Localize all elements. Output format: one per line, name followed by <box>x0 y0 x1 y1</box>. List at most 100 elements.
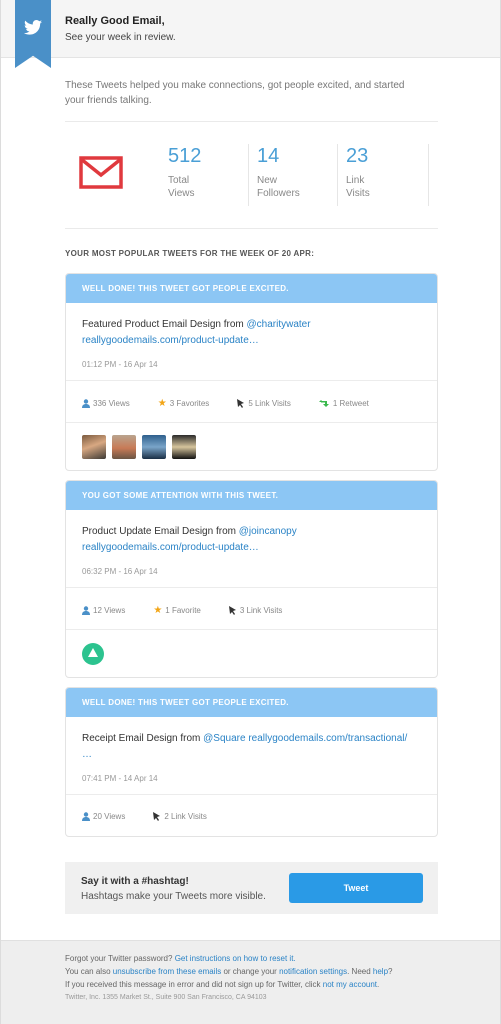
envelope-icon <box>79 156 123 189</box>
cursor-icon <box>228 606 236 615</box>
divider <box>66 794 437 795</box>
tweet-mention-link[interactable]: @Square <box>203 733 245 744</box>
person-icon <box>82 606 90 615</box>
views-metric: 12 Views <box>82 605 125 616</box>
stat-value: 14 <box>257 145 280 167</box>
engaged-users <box>82 435 202 459</box>
notification-settings-link[interactable]: notification settings <box>279 967 347 976</box>
tweet-card: WELL DONE! THIS TWEET GOT PEOPLE EXCITED… <box>65 687 438 837</box>
retweets-metric: 1 Retweet <box>318 398 369 409</box>
divider <box>65 121 438 122</box>
tweet-url-link[interactable]: reallygoodemails.com/product-update… <box>82 335 259 346</box>
link-visits-metric: 3 Link Visits <box>228 605 283 616</box>
stat-total-views: 512 Total Views <box>168 144 201 206</box>
footer-text: If you received this message in error an… <box>65 980 323 989</box>
avatar[interactable] <box>112 435 136 459</box>
tweet-mention-link[interactable]: @joincanopy <box>239 526 297 537</box>
tweet-card: WELL DONE! THIS TWEET GOT PEOPLE EXCITED… <box>65 273 438 471</box>
hashtag-subtitle: Hashtags make your Tweets more visible. <box>81 891 266 902</box>
link-visits-count: 5 Link Visits <box>248 399 291 408</box>
tweet-timestamp: 01:12 PM - 16 Apr 14 <box>82 360 158 369</box>
tweet-timestamp: 06:32 PM - 16 Apr 14 <box>82 567 158 576</box>
stat-label: Link Visits <box>346 174 370 200</box>
hashtag-promo: Say it with a #hashtag! Hashtags make yo… <box>65 862 438 914</box>
footer-address: Twitter, Inc. 1355 Market St., Suite 900… <box>65 994 267 1001</box>
tweet-url-link-continued[interactable]: … <box>82 749 92 760</box>
footer-text: . <box>377 980 380 989</box>
canopy-avatar-icon[interactable] <box>82 643 104 665</box>
tweet-timestamp: 07:41 PM - 14 Apr 14 <box>82 774 158 783</box>
tweet-card-heading: YOU GOT SOME ATTENTION WITH THIS TWEET. <box>66 481 437 510</box>
not-my-account-link[interactable]: not my account <box>323 980 377 989</box>
person-icon <box>82 399 90 408</box>
link-visits-count: 3 Link Visits <box>239 606 283 615</box>
star-icon: ★ <box>157 398 167 409</box>
tweet-text: Featured Product Email Design from @char… <box>82 317 432 349</box>
avatar[interactable] <box>142 435 166 459</box>
tweet-metrics: 20 Views 2 Link Visits <box>82 812 235 821</box>
views-metric: 336 Views <box>82 398 130 409</box>
stat-label-line: Views <box>168 188 195 199</box>
footer-error-line: If you received this message in error an… <box>65 980 379 989</box>
favorites-count: 1 Favorite <box>165 606 201 615</box>
views-metric: 20 Views <box>82 812 125 821</box>
views-count: 12 Views <box>93 606 126 615</box>
tweet-card-heading: WELL DONE! THIS TWEET GOT PEOPLE EXCITED… <box>66 274 437 303</box>
footer-text: Forgot your Twitter password? <box>65 954 175 963</box>
twitter-ribbon <box>15 0 51 68</box>
views-count: 336 Views <box>93 399 130 408</box>
stat-label-line: New <box>257 175 278 186</box>
stat-divider <box>428 144 429 206</box>
favorites-count: 3 Favorites <box>169 399 210 408</box>
tweet-text: Receipt Email Design from @Square really… <box>82 731 432 763</box>
stat-value: 23 <box>346 145 369 167</box>
cursor-icon <box>237 399 245 408</box>
favorites-metric: ★ 1 Favorite <box>153 605 201 616</box>
tweet-mention-link[interactable]: @charitywater <box>247 319 311 330</box>
tweet-metrics: 12 Views ★ 1 Favorite 3 Link Visits <box>82 605 310 616</box>
email-header: Really Good Email, See your week in revi… <box>1 0 500 68</box>
favorites-metric: ★ 3 Favorites <box>158 398 210 409</box>
divider <box>66 629 437 630</box>
link-visits-metric: 2 Link Visits <box>153 812 207 821</box>
header-subtitle: See your week in review. <box>65 32 176 43</box>
stat-label: Total Views <box>168 174 201 200</box>
tweet-card-heading: WELL DONE! THIS TWEET GOT PEOPLE EXCITED… <box>66 688 437 717</box>
stat-label-line: Followers <box>257 188 300 199</box>
avatar[interactable] <box>172 435 196 459</box>
tweet-body: Receipt Email Design from <box>82 733 204 744</box>
stat-link-visits: 23 Link Visits <box>346 144 370 206</box>
email-footer: Forgot your Twitter password? Get instru… <box>1 940 500 1024</box>
tweet-url-link[interactable]: reallygoodemails.com/product-update… <box>82 542 259 553</box>
stat-divider <box>337 144 338 206</box>
header-title: Really Good Email, <box>65 15 165 27</box>
stat-label-line: Link <box>346 175 365 186</box>
stat-label-line: Total <box>168 175 190 186</box>
views-count: 20 Views <box>93 812 126 821</box>
tweet-url-link[interactable]: reallygoodemails.com/transactional/ <box>248 733 407 744</box>
intro-text: These Tweets helped you make connections… <box>65 80 405 106</box>
footer-text: or change your <box>221 967 280 976</box>
tweet-card: YOU GOT SOME ATTENTION WITH THIS TWEET. … <box>65 480 438 678</box>
tweet-body: Product Update Email Design from <box>82 526 239 537</box>
divider <box>66 587 437 588</box>
unsubscribe-link[interactable]: unsubscribe from these emails <box>113 967 222 976</box>
footer-text: . Need <box>347 967 373 976</box>
footer-text: You can also <box>65 967 113 976</box>
twitter-bird-icon <box>24 20 42 35</box>
avatar[interactable] <box>82 435 106 459</box>
divider <box>66 422 437 423</box>
tweet-body: Featured Product Email Design from <box>82 319 247 330</box>
stat-new-followers: 14 New Followers <box>257 144 300 206</box>
reset-password-link[interactable]: Get instructions on how to reset it. <box>175 954 296 963</box>
footer-password-line: Forgot your Twitter password? Get instru… <box>65 954 296 963</box>
tweet-text: Product Update Email Design from @joinca… <box>82 524 432 556</box>
footer-text: ? <box>388 967 393 976</box>
help-link[interactable]: help <box>373 967 388 976</box>
divider <box>65 228 438 229</box>
tweet-button[interactable]: Tweet <box>289 873 423 903</box>
hashtag-title: Say it with a #hashtag! <box>81 876 189 887</box>
tweet-metrics: 336 Views ★ 3 Favorites 5 Link Visits 1 … <box>82 398 397 409</box>
stat-label-line: Visits <box>346 188 370 199</box>
stat-divider <box>248 144 249 206</box>
